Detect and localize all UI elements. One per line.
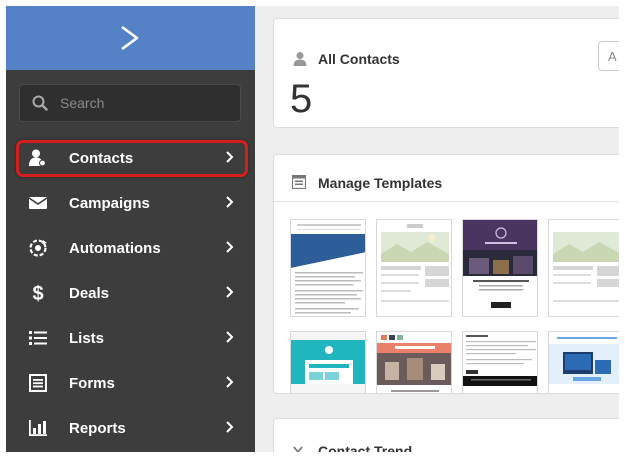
form-icon <box>29 374 47 392</box>
sidebar-item-lists[interactable]: Lists <box>6 316 255 361</box>
screenshot-frame: Contacts Campaigns Automations <box>0 0 625 458</box>
sidebar-item-campaigns[interactable]: Campaigns <box>6 181 255 226</box>
sidebar-item-label: Lists <box>69 330 105 347</box>
template-thumbnail[interactable] <box>376 331 452 393</box>
chevron-right-icon <box>226 421 234 433</box>
template-preview <box>553 232 619 302</box>
manage-templates-card: Manage Templates <box>273 154 619 394</box>
card-action-button[interactable]: A <box>598 41 619 71</box>
app-window: Contacts Campaigns Automations <box>6 6 619 452</box>
contacts-count: 5 <box>290 77 313 121</box>
envelope-icon <box>28 197 48 209</box>
logo-chevron-icon[interactable] <box>119 24 141 52</box>
template-thumbnail[interactable] <box>462 219 538 317</box>
contact-trend-card: Contact Trend <box>273 418 619 452</box>
template-preview <box>291 224 365 314</box>
sidebar-item-forms[interactable]: Forms <box>6 361 255 406</box>
template-preview <box>377 335 451 392</box>
chevron-right-icon <box>226 151 234 163</box>
template-icon <box>292 175 306 189</box>
main-content: All Contacts 5 A Manage Templates Contac… <box>255 6 619 452</box>
sidebar-item-label: Deals <box>69 285 110 302</box>
chevron-right-icon <box>226 241 234 253</box>
person-icon <box>293 52 307 66</box>
bar-chart-icon <box>29 420 47 436</box>
template-preview <box>381 224 449 302</box>
template-thumbnail[interactable] <box>462 331 538 393</box>
sidebar-item-label: Automations <box>69 240 161 257</box>
search-input[interactable] <box>60 93 230 113</box>
automation-gear-icon <box>29 239 47 257</box>
all-contacts-card[interactable]: All Contacts 5 A <box>273 18 619 128</box>
template-preview <box>463 220 537 308</box>
all-contacts-title: All Contacts <box>318 51 400 67</box>
svg-text:$: $ <box>32 283 43 303</box>
template-preview <box>463 335 537 386</box>
chevron-right-icon <box>226 331 234 343</box>
sidebar: Contacts Campaigns Automations <box>6 6 255 452</box>
template-thumbnail[interactable] <box>290 331 366 393</box>
template-preview <box>291 332 365 393</box>
list-icon <box>29 331 47 345</box>
sidebar-item-label: Reports <box>69 420 126 437</box>
sidebar-item-automations[interactable]: Automations <box>6 226 255 271</box>
template-thumbnail[interactable] <box>548 331 619 393</box>
brand-bar <box>6 6 255 70</box>
chevron-right-icon <box>226 196 234 208</box>
contacts-icon <box>29 149 46 167</box>
sidebar-item-label: Contacts <box>69 150 134 167</box>
contact-trend-title: Contact Trend <box>318 443 413 452</box>
search-box[interactable] <box>19 84 241 122</box>
sidebar-item-label: Forms <box>69 375 115 392</box>
sidebar-item-reports[interactable]: Reports <box>6 406 255 451</box>
manage-templates-title: Manage Templates <box>318 175 443 191</box>
chevron-right-icon <box>226 376 234 388</box>
search-icon <box>32 95 48 111</box>
template-preview <box>549 337 619 384</box>
chevron-right-icon <box>226 286 234 298</box>
card-divider <box>274 201 619 202</box>
sidebar-item-deals[interactable]: $ Deals <box>6 271 255 316</box>
sidebar-item-contacts[interactable]: Contacts <box>6 136 255 181</box>
sidebar-item-label: Campaigns <box>69 195 150 212</box>
dollar-icon: $ <box>32 283 43 303</box>
template-thumbnail[interactable] <box>376 219 452 317</box>
template-thumbnail[interactable] <box>290 219 366 317</box>
template-thumbnail[interactable] <box>548 219 619 317</box>
chevron-down-icon[interactable] <box>292 445 304 452</box>
